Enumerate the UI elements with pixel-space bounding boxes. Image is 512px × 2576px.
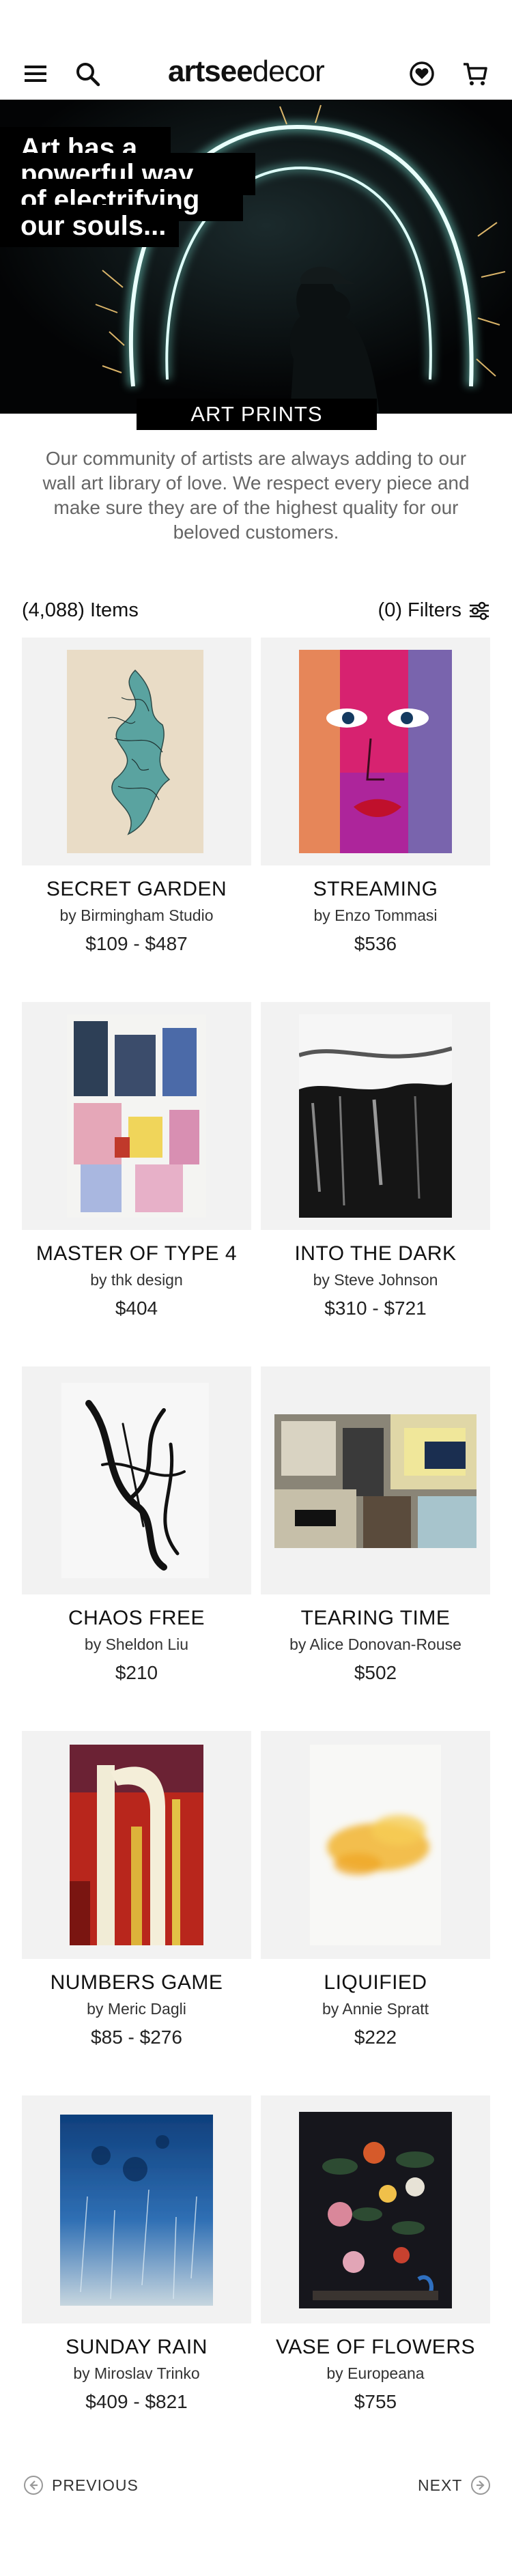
product-thumbnail[interactable]: [261, 1366, 490, 1594]
product-card[interactable]: INTO THE DARK by Steve Johnson $310 - $7…: [261, 1002, 490, 1319]
heart-icon[interactable]: [408, 60, 436, 87]
filters-label: (0) Filters: [378, 599, 461, 621]
product-price: $536: [354, 933, 397, 954]
product-title[interactable]: MASTER OF TYPE 4: [22, 1242, 251, 1265]
product-artist[interactable]: by thk design: [22, 1271, 251, 1289]
sliders-icon: [470, 601, 489, 620]
logo-bold-text: artsee: [168, 55, 253, 88]
product-card[interactable]: NUMBERS GAME by Meric Dagli $85 - $276: [22, 1731, 251, 2048]
product-thumbnail[interactable]: [22, 638, 251, 865]
product-card[interactable]: CHAOS FREE by Sheldon Liu $210: [22, 1366, 251, 1684]
section-caption: ART PRINTS: [137, 399, 377, 430]
menu-icon[interactable]: [22, 60, 49, 87]
product-thumbnail[interactable]: [22, 2095, 251, 2323]
product-card[interactable]: TEARING TIME by Alice Donovan-Rouse $502: [261, 1366, 490, 1684]
product-price: $85 - $276: [91, 2027, 182, 2048]
arrow-right-circle-icon: [471, 2476, 491, 2495]
product-artist[interactable]: by Enzo Tommasi: [261, 906, 490, 925]
product-thumbnail[interactable]: [22, 1731, 251, 1959]
product-title[interactable]: LIQUIFIED: [261, 1971, 490, 1994]
next-label: NEXT: [418, 2476, 463, 2494]
product-artist[interactable]: by Europeana: [261, 2364, 490, 2383]
product-price: $222: [354, 2027, 397, 2048]
product-card[interactable]: STREAMING by Enzo Tommasi $536: [261, 638, 490, 955]
next-page-button[interactable]: NEXT: [418, 2475, 491, 2495]
items-count: (4,088) Items: [22, 599, 139, 621]
product-title[interactable]: SECRET GARDEN: [22, 878, 251, 901]
filters-button[interactable]: (0) Filters: [378, 599, 490, 622]
previous-page-button[interactable]: PREVIOUS: [23, 2475, 139, 2495]
product-thumbnail[interactable]: [261, 1731, 490, 1959]
brand-logo[interactable]: artseedecor: [168, 55, 325, 89]
artwork-image: [299, 650, 452, 853]
product-title[interactable]: TEARING TIME: [261, 1607, 490, 1630]
results-toolbar: (4,088) Items (0) Filters: [22, 599, 490, 627]
product-artist[interactable]: by Steve Johnson: [261, 1271, 490, 1289]
product-title[interactable]: SUNDAY RAIN: [22, 2336, 251, 2359]
artwork-image: [299, 1014, 452, 1218]
product-card[interactable]: LIQUIFIED by Annie Spratt $222: [261, 1731, 490, 2048]
artwork-image: [67, 1014, 206, 1218]
intro-text: Our community of artists are always addi…: [42, 448, 470, 543]
product-title[interactable]: NUMBERS GAME: [22, 1971, 251, 1994]
product-artist[interactable]: by Alice Donovan-Rouse: [261, 1635, 490, 1654]
artwork-image: [67, 650, 203, 853]
product-artist[interactable]: by Annie Spratt: [261, 2000, 490, 2018]
product-card[interactable]: MASTER OF TYPE 4 by thk design $404: [22, 1002, 251, 1319]
product-thumbnail[interactable]: [22, 1002, 251, 1230]
product-thumbnail[interactable]: [261, 638, 490, 865]
hero-banner[interactable]: Art has a powerful way of electrifying o…: [0, 100, 512, 414]
artwork-image: [60, 2115, 213, 2306]
product-price: $404: [115, 1298, 158, 1319]
search-icon[interactable]: [74, 60, 101, 87]
logo-light-text: decor: [252, 55, 325, 88]
previous-label: PREVIOUS: [52, 2476, 139, 2494]
arrow-left-circle-icon: [24, 2476, 43, 2495]
product-thumbnail[interactable]: [261, 2095, 490, 2323]
product-price: $109 - $487: [85, 933, 188, 954]
product-title[interactable]: CHAOS FREE: [22, 1607, 251, 1630]
product-thumbnail[interactable]: [22, 1366, 251, 1594]
product-price: $409 - $821: [85, 2391, 188, 2412]
product-artist[interactable]: by Meric Dagli: [22, 2000, 251, 2018]
product-artist[interactable]: by Sheldon Liu: [22, 1635, 251, 1654]
product-card[interactable]: VASE OF FLOWERS by Europeana $755: [261, 2095, 490, 2413]
artwork-image: [274, 1414, 477, 1548]
product-title[interactable]: STREAMING: [261, 878, 490, 901]
site-header: artseedecor: [0, 0, 512, 100]
artwork-image: [299, 2112, 452, 2308]
product-price: $502: [354, 1662, 397, 1683]
artwork-image: [310, 1745, 441, 1945]
product-price: $310 - $721: [324, 1298, 427, 1319]
product-price: $210: [115, 1662, 158, 1683]
product-card[interactable]: SUNDAY RAIN by Miroslav Trinko $409 - $8…: [22, 2095, 251, 2413]
product-thumbnail[interactable]: [261, 1002, 490, 1230]
product-price: $755: [354, 2391, 397, 2412]
cart-icon[interactable]: [461, 60, 489, 87]
product-artist[interactable]: by Miroslav Trinko: [22, 2364, 251, 2383]
product-card[interactable]: SECRET GARDEN by Birmingham Studio $109 …: [22, 638, 251, 955]
artwork-image: [61, 1383, 209, 1578]
artwork-image: [70, 1745, 203, 1945]
product-title[interactable]: VASE OF FLOWERS: [261, 2336, 490, 2359]
product-artist[interactable]: by Birmingham Studio: [22, 906, 251, 925]
product-title[interactable]: INTO THE DARK: [261, 1242, 490, 1265]
hero-headline-line-4: our souls...: [0, 205, 179, 247]
